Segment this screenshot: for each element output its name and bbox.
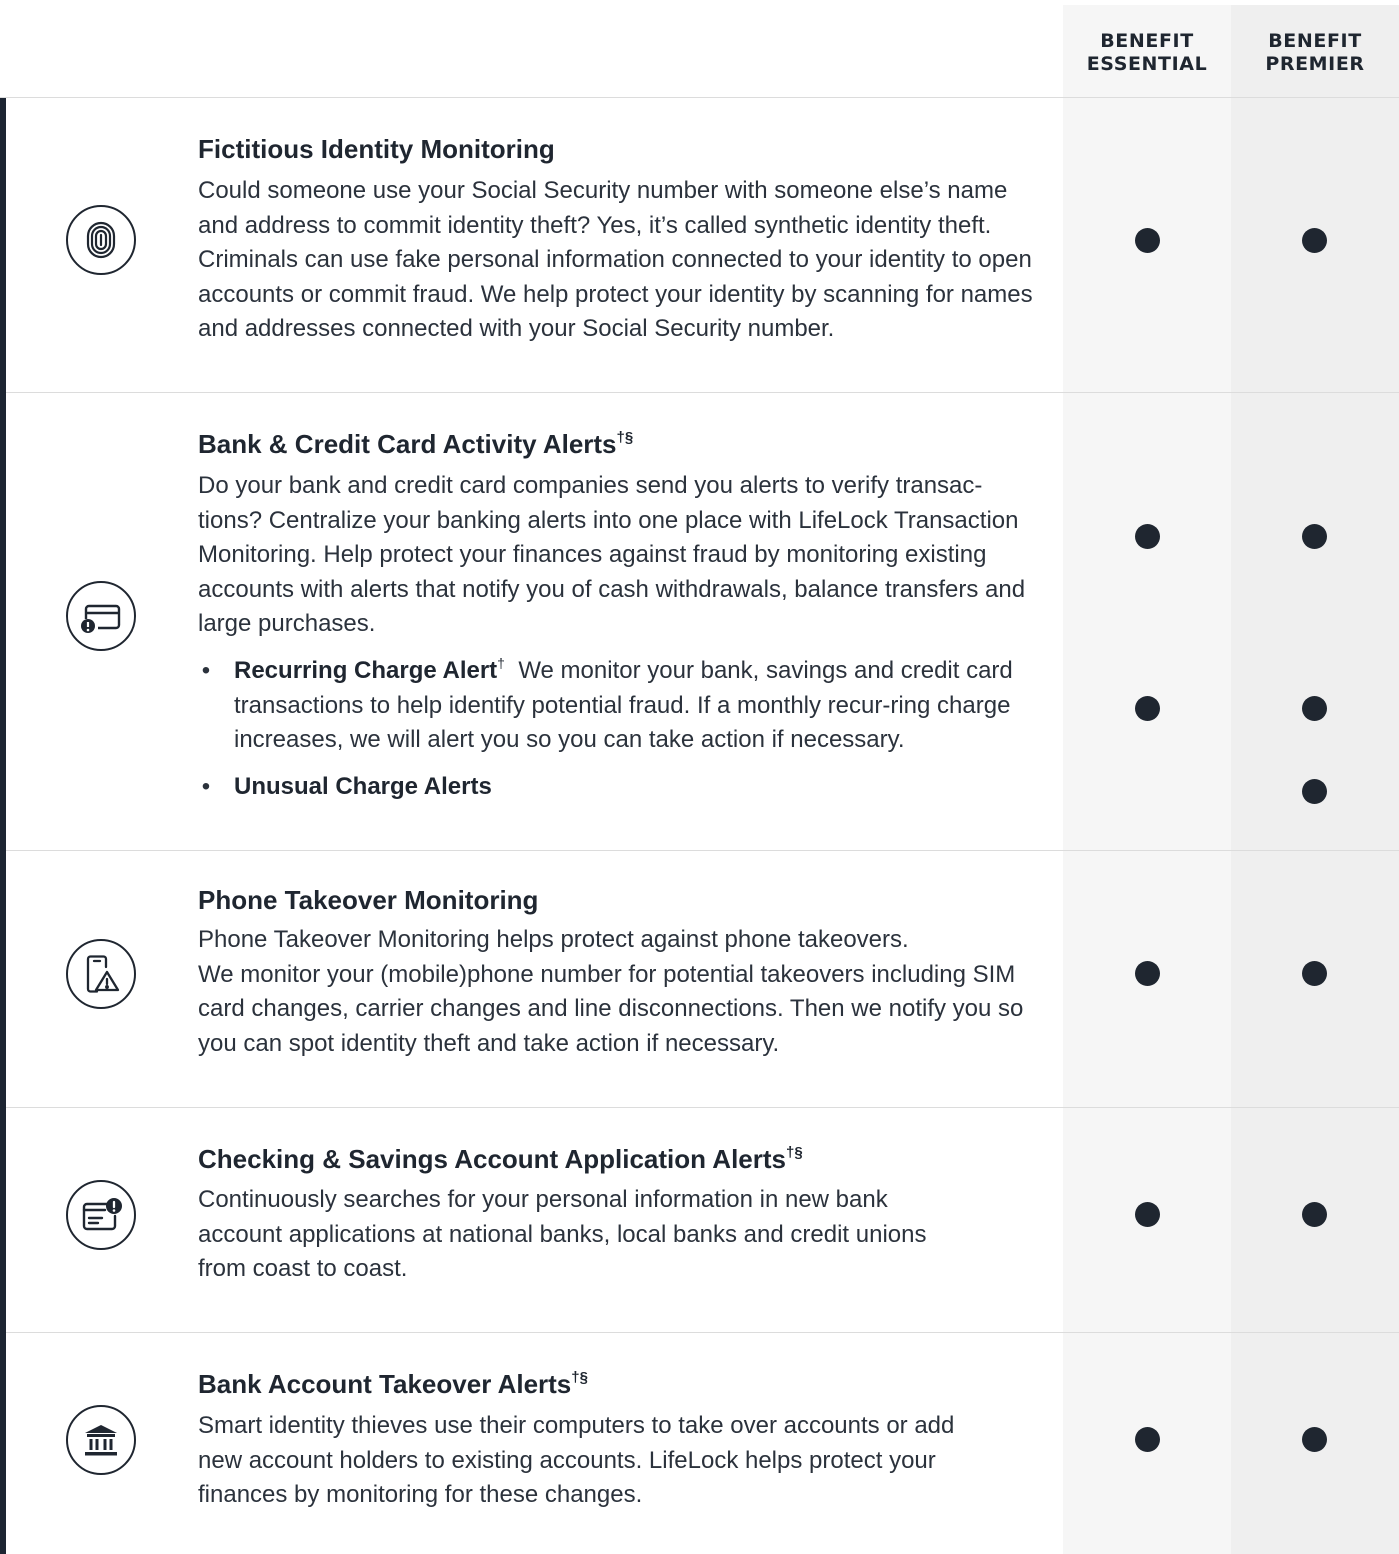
feature-title: Bank Account Takeover Alerts†§ xyxy=(198,1369,588,1399)
feature-description: Continuously searches for your personal … xyxy=(198,1186,927,1283)
sub-item-unusual-charge-alerts: • Unusual Charge Alerts xyxy=(198,770,1038,805)
row-divider xyxy=(6,850,1399,851)
feature-description: Phone Takeover Monitoring helps protect … xyxy=(198,926,1024,1057)
premier-included-dot xyxy=(1302,524,1327,549)
row-divider xyxy=(6,1107,1399,1108)
left-accent-bar xyxy=(0,97,6,1554)
sub-item-recurring-charge-alert: • Recurring Charge Alert† We monitor you… xyxy=(198,654,1038,758)
premier-included-dot xyxy=(1302,228,1327,253)
feature-title: Bank & Credit Card Activity Alerts†§ xyxy=(198,429,634,459)
bullet-marker: • xyxy=(201,657,211,684)
essential-included-dot xyxy=(1135,1202,1160,1227)
essential-included-dot xyxy=(1135,696,1160,721)
column-header-premier: BENEFIT PREMIER xyxy=(1265,30,1365,75)
phone-warning-icon xyxy=(66,939,136,1009)
bank-application-alert-icon xyxy=(66,1180,136,1250)
credit-card-alert-icon xyxy=(66,581,136,651)
premier-included-dot xyxy=(1302,1427,1327,1452)
feature-title: Fictitious Identity Monitoring xyxy=(198,134,555,164)
bullet-marker: • xyxy=(201,773,211,800)
essential-included-dot xyxy=(1135,228,1160,253)
premier-included-dot xyxy=(1302,779,1327,804)
column-header-essential: BENEFIT ESSENTIAL xyxy=(1086,30,1208,75)
fingerprint-icon xyxy=(66,205,136,275)
feature-description: Could someone use your Social Security n… xyxy=(198,177,1033,343)
premier-included-dot xyxy=(1302,696,1327,721)
essential-included-dot xyxy=(1135,961,1160,986)
premier-included-dot xyxy=(1302,1202,1327,1227)
essential-included-dot xyxy=(1135,524,1160,549)
feature-description: Do your bank and credit card companies s… xyxy=(198,472,1026,638)
header-divider xyxy=(0,97,1399,98)
feature-title: Checking & Savings Account Application A… xyxy=(198,1144,803,1174)
row-divider xyxy=(6,1332,1399,1333)
row-divider xyxy=(6,392,1399,393)
feature-title: Phone Takeover Monitoring xyxy=(198,885,539,915)
premier-included-dot xyxy=(1302,961,1327,986)
feature-description: Smart identity thieves use their compute… xyxy=(198,1412,955,1509)
bank-building-icon xyxy=(66,1405,136,1475)
essential-included-dot xyxy=(1135,1427,1160,1452)
